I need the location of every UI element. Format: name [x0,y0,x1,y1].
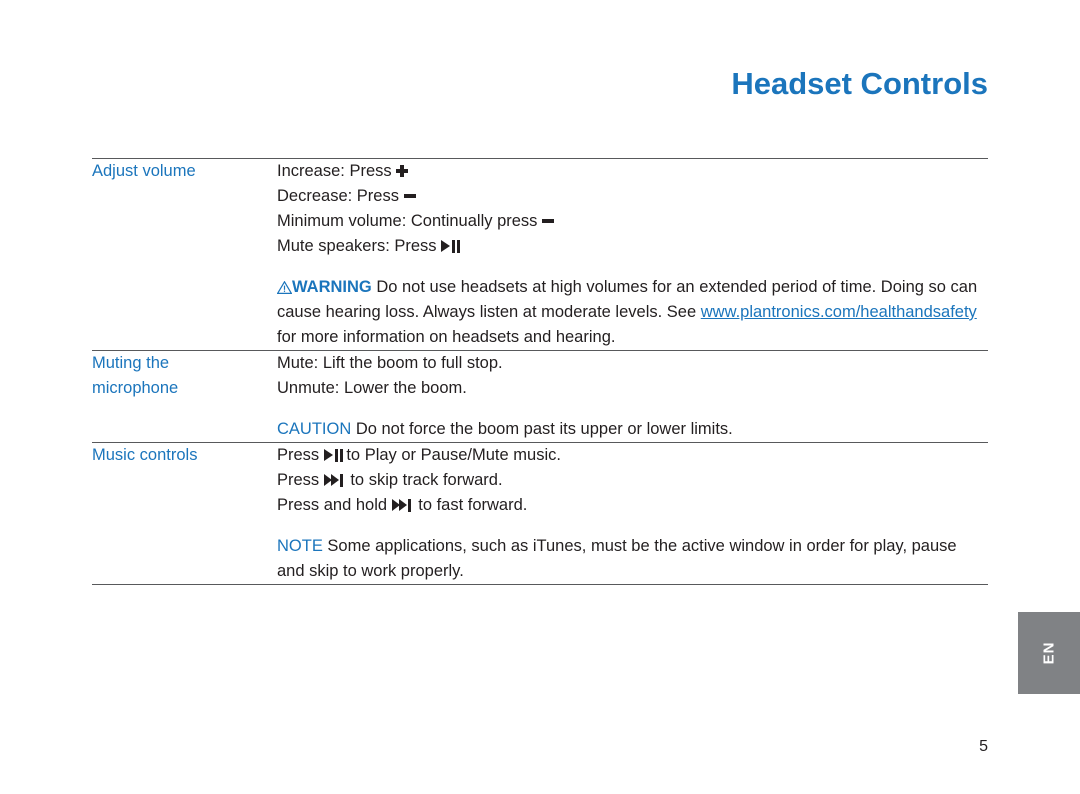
page-number: 5 [979,738,988,755]
play-pause-icon [323,449,343,462]
table-row: Music controls Press to Play or Pause/Mu… [92,442,988,585]
table-row: Adjust volume Increase: Press Decrease: … [92,158,988,351]
warning-triangle-icon [277,281,292,294]
table-bottom-rule [92,584,988,586]
warning-keyword: WARNING [292,278,372,296]
note-callout: NOTE Some applications, such as iTunes, … [277,534,988,584]
spacer-cell [277,585,988,586]
instruction-line: Press to Play or Pause/Mute music. [277,446,561,464]
skip-forward-icon [323,474,346,487]
row-body-music-controls: Press to Play or Pause/Mute music. Press… [277,443,988,585]
row-body-adjust-volume: Increase: Press Decrease: Press Minimum … [277,159,988,351]
warning-text-after: for more information on headsets and hea… [277,328,616,346]
note-text: Some applications, such as iTunes, must … [277,537,957,580]
skip-forward-icon [391,499,414,512]
instruction-line: Press and hold to fast forward. [277,496,528,514]
side-tab-label: EN [1040,641,1058,665]
healthandsafety-link[interactable]: www.plantronics.com/healthandsafety [701,303,977,321]
caution-text: Do not force the boom past its upper or … [351,420,733,438]
row-label-muting-microphone: Muting the microphone [92,354,179,397]
instruction-line: Minimum volume: Continually press [277,209,988,234]
caution-callout: CAUTION Do not force the boom past its u… [277,417,988,442]
row-body-muting-microphone: Mute: Lift the boom to full stop. Unmute… [277,351,988,443]
volume-down-minus-icon [542,219,555,223]
volume-down-minus-icon [403,194,416,198]
instruction-line: Press to skip track forward. [277,471,503,489]
caution-keyword: CAUTION [277,420,352,438]
language-side-tab: EN [1018,612,1080,694]
row-label-adjust-volume: Adjust volume [92,162,196,180]
instruction-line: Decrease: Press [277,184,988,209]
row-label-music-controls: Music controls [92,446,198,464]
instruction-line: Mute speakers: Press [277,234,988,259]
table-row: Muting the microphone Mute: Lift the boo… [92,350,988,443]
page-title: Headset Controls [731,66,988,101]
instruction-line: Unmute: Lower the boom. [277,379,467,397]
spacer-cell [92,585,277,586]
controls-table: Adjust volume Increase: Press Decrease: … [92,158,988,585]
warning-callout: WARNING Do not use headsets at high volu… [277,275,988,350]
document-page: Headset Controls Adjust volume Increase:… [0,0,1080,794]
note-keyword: NOTE [277,537,323,555]
volume-up-plus-icon [396,165,409,177]
play-pause-icon [441,240,461,253]
instruction-line: Mute: Lift the boom to full stop. [277,354,503,372]
instruction-line: Increase: Press [277,159,988,184]
